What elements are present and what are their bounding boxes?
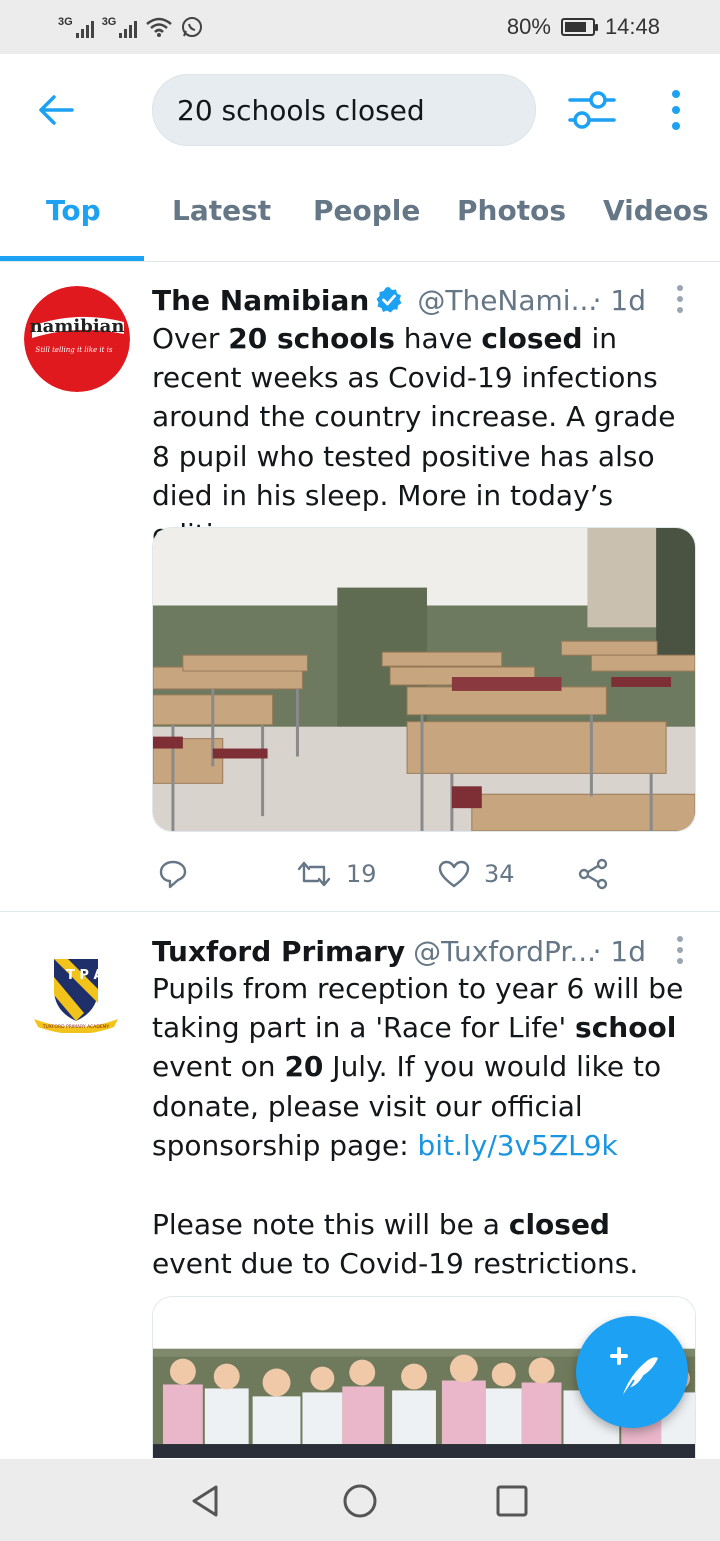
tweet-text-highlight: 20 schools	[228, 322, 395, 355]
tweet-text-segment: event on	[152, 1050, 285, 1084]
tweet-text-paragraph-2: Please note this will be a closed event …	[152, 1205, 692, 1283]
crest-banner: TUXFORD PRIMARY ACADEMY	[42, 1024, 110, 1030]
tweet-header: Tuxford Primary @TuxfordPr... · 1d	[152, 931, 692, 971]
tweet-text-highlight: school	[575, 1011, 677, 1045]
system-navigation-bar	[0, 1459, 720, 1541]
tweet-options-icon[interactable]	[676, 284, 684, 314]
more-vertical-icon[interactable]	[664, 88, 688, 132]
tab-photos[interactable]: Photos	[457, 194, 566, 227]
tweet-text-segment: event due to Covid-19 restrictions.	[152, 1247, 639, 1281]
tweet-text-segment: Please note this will be a	[152, 1208, 509, 1241]
verified-badge-icon	[376, 287, 402, 313]
status-right: 80% 14:48	[507, 14, 660, 40]
retweet-button[interactable]: 19	[296, 854, 377, 894]
tweet-text-segment: in recent weeks as Covid-19 infections a…	[152, 322, 676, 551]
arrow-left-icon[interactable]	[36, 90, 76, 130]
empty-classroom-photo[interactable]	[152, 527, 696, 832]
status-bar: 3G 3G 80% 14:48	[0, 0, 720, 54]
tweet-text-segment: have	[394, 322, 482, 355]
nav-home-icon[interactable]	[340, 1481, 380, 1521]
tweet-header: The Namibian @TheNami... · 1d	[152, 280, 692, 320]
tab-people[interactable]: People	[313, 194, 420, 227]
tweet-text-segment: Over	[152, 322, 229, 355]
whatsapp-icon	[182, 17, 203, 37]
like-button[interactable]: 34	[438, 854, 515, 894]
search-tabs: Top Latest People Photos Videos	[0, 164, 720, 262]
clock: 14:48	[604, 14, 660, 39]
tab-top[interactable]: Top	[46, 194, 101, 227]
cell-signal-icon-2: 3G	[102, 16, 138, 38]
tweet-text: Pupils from reception to year 6 will be …	[152, 969, 692, 1165]
heart-icon	[438, 860, 470, 888]
share-button[interactable]	[578, 854, 610, 894]
tweet-link[interactable]: bit.ly/3v5ZL9k	[418, 1129, 618, 1162]
tab-latest[interactable]: Latest	[172, 194, 271, 227]
tab-videos[interactable]: Videos	[603, 194, 709, 227]
tweet-text-highlight: 20	[284, 1050, 324, 1084]
active-tab-indicator	[0, 256, 144, 261]
tweet-time: · 1d	[592, 934, 646, 968]
battery-icon	[560, 18, 598, 36]
crest-letters: T P A	[66, 968, 104, 983]
nav-back-icon[interactable]	[186, 1481, 226, 1521]
reply-button[interactable]	[158, 854, 188, 894]
tweet-text-highlight: closed	[481, 322, 583, 355]
author-handle: @TheNami...	[417, 283, 598, 317]
reply-icon	[159, 860, 187, 889]
share-icon	[578, 858, 608, 890]
status-left: 3G 3G	[58, 16, 203, 38]
avatar-wordmark: namibian	[30, 316, 125, 337]
nav-recents-icon[interactable]	[492, 1481, 532, 1521]
sliders-icon[interactable]	[566, 86, 618, 134]
author-name[interactable]: The Namibian	[152, 284, 369, 317]
author-name[interactable]: Tuxford Primary	[152, 935, 405, 968]
tweet-time: · 1d	[592, 283, 646, 317]
battery-percent: 80%	[506, 14, 551, 39]
avatar[interactable]: namibian Still telling it like it is	[24, 286, 130, 392]
compose-tweet-button[interactable]	[576, 1316, 688, 1428]
cell-signal-icon: 3G	[58, 16, 94, 38]
retweet-count: 19	[346, 860, 377, 888]
search-query: 20 schools closed	[177, 93, 425, 127]
compose-tweet-icon	[610, 1347, 658, 1399]
tweet-options-icon[interactable]	[676, 935, 684, 965]
school-crest-avatar[interactable]: T P A TUXFORD PRIMARY ACADEMY	[30, 953, 122, 1033]
search-header: 20 schools closed	[0, 54, 720, 164]
search-input[interactable]: 20 schools closed	[152, 74, 536, 146]
tweet-actions: 19 34	[152, 854, 696, 894]
tweet[interactable]: namibian Still telling it like it is The…	[0, 262, 720, 912]
retweet-icon	[297, 861, 331, 887]
avatar-tagline: Still telling it like it is	[36, 346, 113, 354]
tweet-text: Over 20 schools have closed in recent we…	[152, 319, 692, 554]
author-handle: @TuxfordPr...	[413, 934, 597, 968]
like-count: 34	[484, 860, 515, 888]
wifi-icon	[146, 17, 173, 37]
tweet-text-highlight: closed	[508, 1208, 610, 1241]
